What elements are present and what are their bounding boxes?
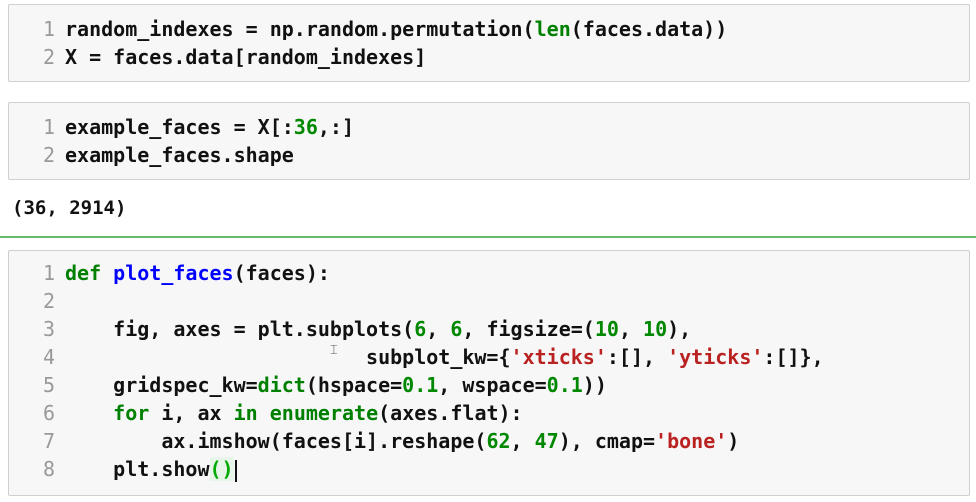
code-cell-1[interactable]: 1 random_indexes = np.random.permutation(… [0,0,976,90]
code-line[interactable]: 2 example_faces.shape [9,141,294,169]
code-token: subplot_kw={ [65,345,511,369]
code-token: in [233,401,258,425]
code-token: 62 [486,429,511,453]
code-line[interactable]: 1 def plot_faces(faces): [9,259,330,287]
code-token: (faces): [233,261,330,285]
line-number: 2 [42,45,55,69]
line-number: 5 [42,373,55,397]
code-line[interactable]: 4 subplot_kw={'xticks':[], 'yticks':[]}, [9,343,824,371]
line-number: 3 [42,317,55,341]
cell-output-2: (36, 2914) [12,197,127,219]
cell-input-2[interactable]: 1 example_faces = X[:36,:] 2 example_faces.… [8,102,970,180]
code-token: len [534,17,571,41]
code-token: dict [257,373,306,397]
line-number: 8 [42,457,55,481]
code-token: 'bone' [655,429,728,453]
code-token: plt.show [65,457,210,481]
code-token: )) [582,373,607,397]
code-token: 6 [414,317,427,341]
text-cursor [234,459,237,482]
code-line[interactable]: 5 gridspec_kw=dict(hspace=0.1, wspace=0.… [9,371,607,399]
code-token: ), cmap= [558,429,656,453]
code-line[interactable]: 1 random_indexes = np.random.permutation(… [9,15,727,43]
code-token: , wspace= [438,373,547,397]
line-number: 2 [42,289,55,313]
code-token: random_indexes = np.random.permutation( [65,17,535,41]
code-token: :[]}, [763,345,824,369]
code-token: ax.imshow(faces[i].reshape( [65,429,487,453]
cell-input-3[interactable]: 1 def plot_faces(faces): 2 3 fig, axes = pl… [8,250,970,496]
code-token: example_faces.shape [65,143,294,167]
code-line[interactable]: 2 [9,287,65,315]
code-token: gridspec_kw= [65,373,258,397]
code-cell-3[interactable]: 1 def plot_faces(faces): 2 3 fig, axes = pl… [0,236,976,502]
code-token: , [618,317,644,341]
code-token: , figsize=( [462,317,595,341]
code-line[interactable]: 7 ax.imshow(faces[i].reshape(62, 47), cm… [9,427,739,455]
line-number: 2 [42,143,55,167]
code-token: :[], [606,345,668,369]
code-token: ) [727,429,740,453]
code-token: enumerate [269,401,379,425]
code-line[interactable]: 1 example_faces = X[:36,:] [9,113,354,141]
code-token: (faces.data)) [570,17,728,41]
code-token: example_faces = X[: [65,115,294,139]
code-line[interactable]: 6 for i, ax in enumerate(axes.flat): [9,399,523,427]
code-line[interactable]: 3 fig, axes = plt.subplots(6, 6, figsize… [9,315,691,343]
mouse-cursor-icon: ⌶ [330,343,338,358]
line-number: 1 [42,261,55,285]
code-token: 36 [293,115,318,139]
code-token: , [426,317,451,341]
code-token: 6 [450,317,463,341]
line-number: 4 [42,345,55,369]
line-number: 1 [42,115,55,139]
line-number: 1 [42,17,55,41]
code-token: (axes.flat): [378,401,523,425]
code-token: 0.1 [402,373,439,397]
code-token: i, ax [149,401,234,425]
code-token: 'yticks' [667,345,764,369]
code-token: for [113,401,150,425]
notebook: 1 random_indexes = np.random.permutation(… [0,0,976,502]
code-token: X = faces.data[random_indexes] [65,45,427,69]
code-token: 10 [643,317,668,341]
code-line[interactable]: 2 X = faces.data[random_indexes] [9,43,426,71]
code-token: fig, axes = plt.subplots( [65,317,415,341]
code-token: 10 [594,317,619,341]
cell-input-1[interactable]: 1 random_indexes = np.random.permutation(… [8,4,970,82]
line-number: 6 [42,401,55,425]
code-cell-2[interactable]: 1 example_faces = X[:36,:] 2 example_faces.… [0,98,976,228]
code-token: , [510,429,535,453]
code-token: 0.1 [546,373,583,397]
code-token: 'xticks' [510,345,607,369]
code-token: plot_faces [113,261,234,285]
code-line[interactable]: 8 plt.show() [9,455,237,483]
code-token: ), [667,317,692,341]
code-token: (hspace= [305,373,403,397]
code-token: ,:] [317,115,354,139]
code-token: () [209,457,234,481]
code-token: 47 [534,429,559,453]
code-token: def [65,261,102,285]
line-number: 7 [42,429,55,453]
